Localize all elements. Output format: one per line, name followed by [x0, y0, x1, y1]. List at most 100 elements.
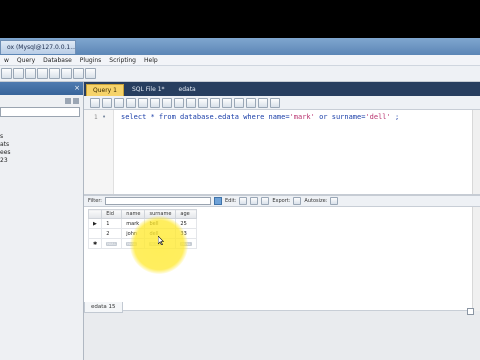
result-tab-edata[interactable]: edata 15: [84, 302, 123, 313]
save-icon[interactable]: [102, 97, 112, 108]
navigator-tools: [0, 95, 83, 107]
new-routine-icon[interactable]: [61, 68, 72, 79]
header-row: Eid name surname age: [87, 209, 197, 219]
new-row[interactable]: ✱ NULL NULL NULL NULL: [87, 238, 197, 249]
line-gutter: 1 •: [84, 110, 114, 194]
rollback-icon[interactable]: [186, 97, 196, 108]
sql-suffix: ;: [390, 113, 400, 121]
menu-help[interactable]: Help: [144, 57, 158, 64]
cell-name[interactable]: mark: [121, 218, 146, 229]
line-number: 1: [94, 114, 98, 121]
export-label: Export:: [272, 198, 291, 204]
toggle-panel-icon[interactable]: [467, 308, 474, 315]
menu-plugins[interactable]: Plugins: [80, 57, 102, 64]
check-icon[interactable]: [222, 97, 232, 108]
result-toolbar: Filter: Edit: Export: Autosize:: [84, 196, 480, 207]
null-badge: NULL: [126, 241, 138, 246]
column-header-name[interactable]: name: [121, 209, 146, 219]
app-window: ox (Mysql@127.0.0.1... w Query Database …: [0, 0, 480, 360]
filter-search-icon[interactable]: [213, 197, 222, 205]
tree-item[interactable]: s: [0, 133, 83, 141]
code-area[interactable]: 1 • select * from database.edata where n…: [84, 110, 480, 194]
tab-sql-file-1[interactable]: SQL File 1*: [126, 84, 171, 96]
cell-null[interactable]: NULL: [101, 238, 123, 249]
find-icon[interactable]: [246, 97, 256, 108]
collapse-icon[interactable]: [73, 98, 79, 104]
edit-label: Edit:: [224, 198, 237, 204]
cell-age[interactable]: 33: [175, 228, 197, 239]
tree-item[interactable]: 23: [0, 157, 83, 165]
new-view-icon[interactable]: [49, 68, 60, 79]
execute-icon[interactable]: [114, 97, 124, 108]
autocommit-icon[interactable]: [198, 97, 208, 108]
cell-null[interactable]: NULL: [175, 238, 197, 249]
editor-scrollbar[interactable]: [472, 110, 480, 194]
menu-bar: w Query Database Plugins Scripting Help: [0, 55, 480, 66]
new-function-icon[interactable]: [73, 68, 84, 79]
schema-tree: s ats ees 23: [0, 133, 83, 165]
cell-name[interactable]: john: [121, 228, 146, 239]
explain-icon[interactable]: [138, 97, 148, 108]
export-icon[interactable]: [293, 197, 302, 205]
window-title[interactable]: ox (Mysql@127.0.0.1...: [0, 40, 76, 54]
sql-string-dell: 'dell': [365, 113, 391, 121]
stop-icon[interactable]: [150, 97, 160, 108]
delete-row-icon[interactable]: [261, 197, 270, 205]
commit-icon[interactable]: [174, 97, 184, 108]
sql-string-mark: 'mark': [289, 113, 315, 121]
menu-view[interactable]: w: [4, 57, 9, 64]
toggle-error-icon[interactable]: [162, 97, 172, 108]
main-toolbar: [0, 66, 480, 82]
result-panel: Filter: Edit: Export: Autosize: Eid name…: [84, 196, 480, 360]
result-table: Eid name surname age ▶ 1 mark bell 25 2 …: [87, 209, 197, 249]
tree-item[interactable]: ees: [0, 149, 83, 157]
reconnect-icon[interactable]: [85, 68, 96, 79]
navigator-panel: × s ats ees 23: [0, 82, 84, 360]
fold-marker-icon[interactable]: •: [102, 113, 106, 121]
edit-row-icon[interactable]: [239, 197, 248, 205]
table-row[interactable]: ▶ 1 mark bell 25: [87, 218, 197, 229]
sql-mid: or surname=: [314, 113, 366, 121]
table-row[interactable]: 2 john dell 33: [87, 228, 197, 239]
close-icon[interactable]: ×: [74, 84, 80, 92]
open-file-icon[interactable]: [90, 97, 100, 108]
tab-query-1[interactable]: Query 1: [86, 84, 124, 96]
beautify-icon[interactable]: [234, 97, 244, 108]
column-header-eid[interactable]: Eid: [101, 209, 123, 219]
tree-item[interactable]: ats: [0, 141, 83, 149]
autosize-icon[interactable]: [330, 197, 339, 205]
cell-eid[interactable]: 2: [101, 228, 123, 239]
menu-query[interactable]: Query: [17, 57, 35, 64]
navigator-header: ×: [0, 82, 83, 95]
mouse-pointer-icon: [158, 236, 164, 245]
open-sql-icon[interactable]: [13, 68, 24, 79]
cell-eid[interactable]: 1: [101, 218, 123, 229]
refresh-icon[interactable]: [65, 98, 71, 104]
row-indicator: ▶: [87, 218, 103, 229]
menu-scripting[interactable]: Scripting: [109, 57, 136, 64]
editor-tabs: Query 1 SQL File 1* edata: [84, 82, 480, 96]
insert-row-icon[interactable]: [250, 197, 259, 205]
filter-label: Filter:: [88, 198, 102, 204]
new-sql-tab-icon[interactable]: [1, 68, 12, 79]
sql-text[interactable]: select * from database.edata where name=…: [121, 113, 399, 121]
word-wrap-icon[interactable]: [270, 97, 280, 108]
cell-surname[interactable]: bell: [144, 218, 177, 229]
filter-input[interactable]: [104, 197, 211, 205]
sql-editor: Query 1 SQL File 1* edata 1 • select * f…: [84, 82, 480, 194]
invisible-chars-icon[interactable]: [258, 97, 268, 108]
editor-toolbar: [84, 96, 480, 110]
cell-age[interactable]: 25: [175, 218, 197, 229]
menu-database[interactable]: Database: [43, 57, 72, 64]
schema-search-input[interactable]: [0, 107, 80, 117]
grid-scrollbar[interactable]: [472, 207, 480, 311]
title-bar: ox (Mysql@127.0.0.1...: [0, 38, 480, 55]
new-table-icon[interactable]: [37, 68, 48, 79]
column-header-age[interactable]: age: [175, 209, 197, 219]
tab-edata[interactable]: edata: [173, 84, 202, 96]
execute-current-icon[interactable]: [126, 97, 136, 108]
cell-null[interactable]: NULL: [121, 238, 146, 249]
new-schema-icon[interactable]: [25, 68, 36, 79]
stop-on-error-icon[interactable]: [210, 97, 220, 108]
column-header-surname[interactable]: surname: [144, 209, 177, 219]
